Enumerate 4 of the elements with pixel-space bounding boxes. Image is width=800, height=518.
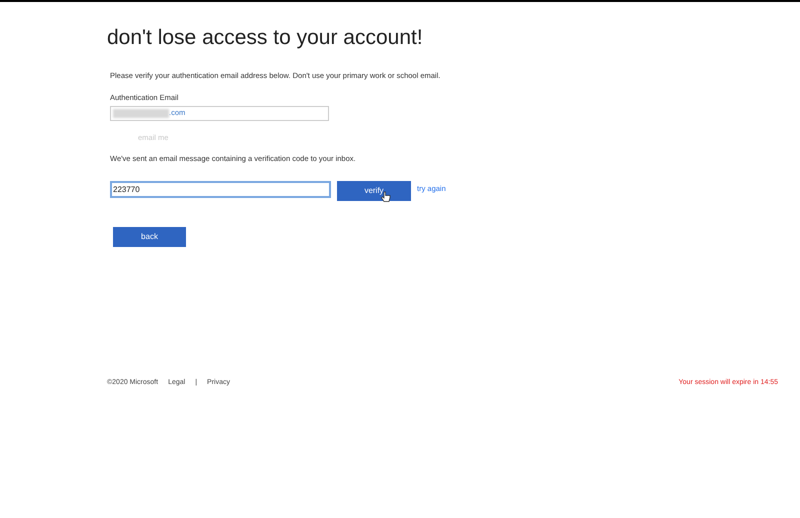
code-field[interactable]: 223770 xyxy=(110,180,331,198)
verify-button[interactable]: verify xyxy=(337,181,411,201)
back-button[interactable]: back xyxy=(113,227,186,247)
page-title: don't lose access to your account! xyxy=(107,25,424,51)
